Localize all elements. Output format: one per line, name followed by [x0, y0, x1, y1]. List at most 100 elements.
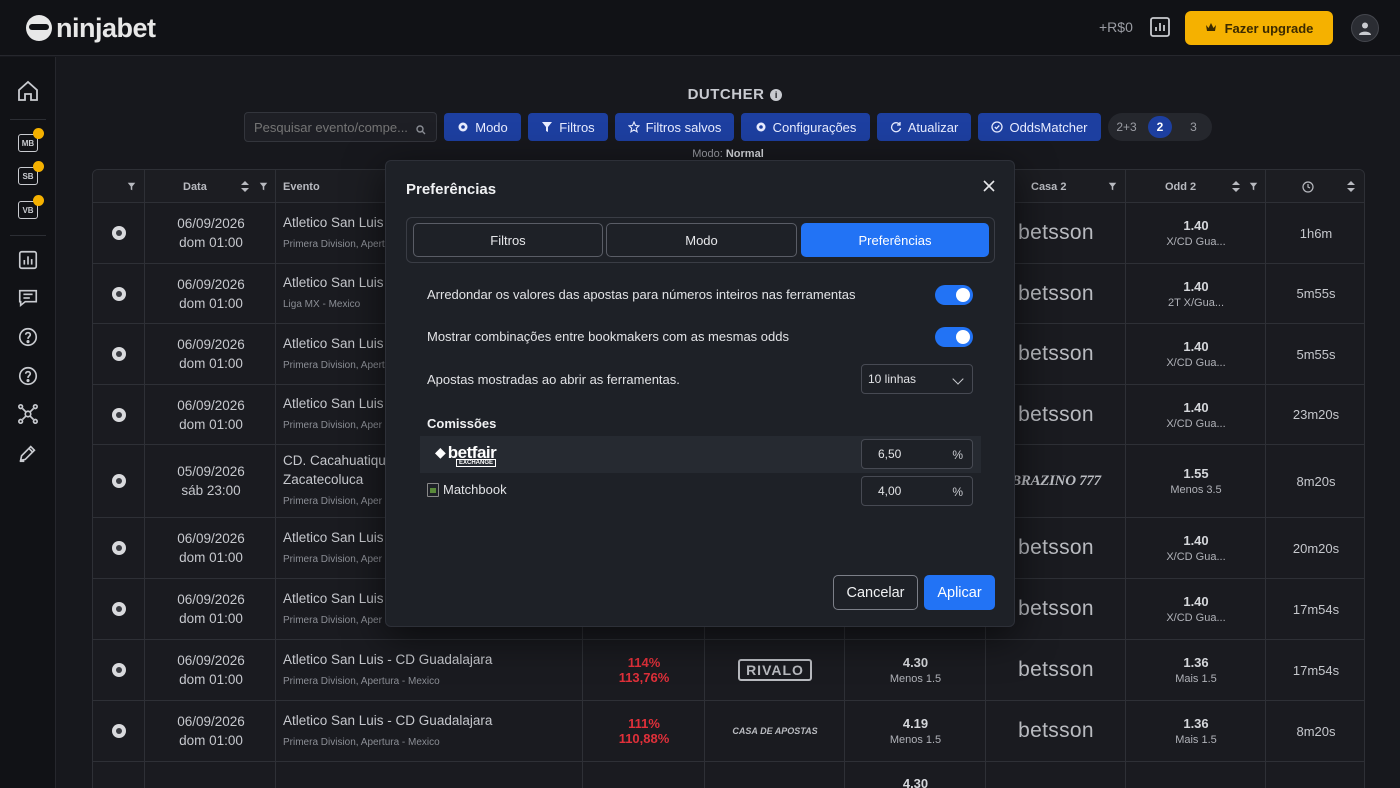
sport-icon	[107, 640, 131, 700]
home-icon[interactable]	[16, 79, 40, 103]
soccer-ball-icon	[112, 226, 126, 240]
soccer-ball-icon	[112, 602, 126, 616]
clock-icon	[1302, 170, 1314, 203]
bookmaker-2[interactable]: betsson	[986, 640, 1126, 700]
stats-icon[interactable]	[1148, 15, 1172, 39]
tab-modo[interactable]: Modo	[606, 223, 797, 257]
event-date: 06/09/2026 dom 01:00	[177, 592, 245, 626]
lines-select-value: 10 linhas	[868, 372, 917, 386]
atualizar-label: Atualizar	[907, 119, 959, 135]
odd-2: 1.55 Menos 3.5	[1170, 466, 1222, 496]
bookmaker-1[interactable]: RIVALO	[705, 640, 845, 700]
network-icon[interactable]	[16, 402, 40, 426]
logo-text: ninjabet	[56, 12, 156, 43]
atualizar-button[interactable]: Atualizar	[877, 113, 971, 141]
bookmaker-2-logo: betsson	[1018, 536, 1094, 559]
odd-2: 1.36 Mais 1.5	[1175, 716, 1217, 746]
seg-3[interactable]: 3	[1178, 116, 1209, 138]
top-header: ninjabet +R$0 Fazer upgrade	[0, 0, 1400, 56]
seg-2[interactable]: 2	[1148, 116, 1172, 138]
tab-filtros[interactable]: Filtros	[413, 223, 603, 257]
table-row[interactable]: 4.30	[93, 762, 1364, 788]
preferences-modal: Preferências Filtros Modo Preferências A…	[385, 160, 1015, 627]
balance-display[interactable]: +R$0	[1099, 19, 1133, 35]
betfair-commission-input[interactable]: 6,50 %	[861, 439, 973, 469]
odds-age: 17m54s	[1292, 662, 1340, 678]
cancel-button[interactable]: Cancelar	[833, 575, 918, 610]
odd-1: 4.30	[902, 776, 929, 788]
question-icon[interactable]	[16, 364, 40, 388]
odds-age: 20m20s	[1292, 540, 1340, 556]
odd-2: 1.40 X/CD Gua...	[1166, 339, 1226, 369]
bookmaker-1[interactable]: CASA DE APOSTAS	[705, 701, 845, 761]
event-date: 06/09/2026 dom 01:00	[177, 216, 245, 250]
soccer-ball-icon	[112, 474, 126, 488]
odds-age: 8m20s	[1296, 723, 1336, 739]
search-input[interactable]	[244, 112, 437, 142]
seg-2-3[interactable]: 2+3	[1111, 116, 1142, 138]
sidebar: MB SB VB	[0, 57, 56, 788]
sort-icon[interactable]	[1347, 170, 1355, 203]
commission-row-betfair: ◆ betfair EXCHANGE 6,50 %	[420, 436, 981, 473]
odd-2: 1.36 Mais 1.5	[1175, 655, 1217, 685]
premium-crown-icon	[33, 128, 44, 139]
sort-icon[interactable]	[1232, 170, 1240, 203]
event-date: 06/09/2026 dom 01:00	[177, 397, 245, 432]
col-header-casa2[interactable]: Casa 2	[1031, 170, 1066, 203]
question-icon[interactable]	[16, 325, 40, 349]
col-header-odd2[interactable]: Odd 2	[1165, 170, 1196, 203]
close-icon[interactable]	[981, 178, 997, 194]
crown-icon	[1205, 21, 1217, 36]
avatar[interactable]	[1351, 14, 1379, 42]
upgrade-button[interactable]: Fazer upgrade	[1185, 11, 1333, 45]
event-date: 06/09/2026 dom 01:00	[177, 714, 245, 748]
bar-chart-icon[interactable]	[16, 248, 40, 272]
commissions-title: Comissões	[427, 416, 497, 431]
round-values-toggle[interactable]	[935, 285, 973, 305]
filter-icon[interactable]	[1108, 170, 1117, 203]
sidebar-item-vb[interactable]: VB	[18, 195, 44, 219]
info-icon[interactable]: i	[770, 89, 783, 101]
col-header-evento[interactable]: Evento	[283, 170, 320, 203]
filter-icon	[541, 121, 553, 133]
apply-button[interactable]: Aplicar	[924, 575, 995, 610]
filtros-label: Filtros	[559, 119, 595, 135]
col-header-data[interactable]: Data	[183, 170, 207, 203]
commission-row-matchbook: Matchbook 4,00 %	[420, 473, 981, 510]
filter-icon[interactable]	[1249, 170, 1258, 203]
event-date: 06/09/2026 dom 01:00	[177, 653, 245, 687]
gear-icon	[457, 121, 469, 133]
odd-2: 1.40 X/CD Gua...	[1166, 399, 1226, 430]
configuracoes-button[interactable]: Configurações	[741, 113, 870, 141]
oddsmatcher-button[interactable]: OddsMatcher	[978, 113, 1101, 141]
table-row[interactable]: 06/09/2026 dom 01:00 Atletico San Luis - C…	[93, 701, 1364, 762]
sport-icon	[107, 203, 131, 263]
bookmaker-1-logo: RIVALO	[738, 659, 812, 681]
chat-icon[interactable]	[16, 286, 40, 310]
legs-segmented-control: 2+3 2 3	[1108, 113, 1212, 141]
show-combos-toggle[interactable]	[935, 327, 973, 347]
tab-preferencias[interactable]: Preferências	[801, 223, 989, 257]
bookmaker-2[interactable]: betsson	[986, 701, 1126, 761]
betfair-diamond-icon: ◆	[435, 444, 446, 460]
filter-icon[interactable]	[259, 170, 268, 203]
pen-icon[interactable]	[16, 441, 40, 465]
sidebar-item-sb[interactable]: SB	[18, 161, 44, 185]
logo[interactable]: ninjabet	[26, 12, 156, 44]
filter-icon[interactable]	[127, 170, 136, 203]
sport-icon	[107, 385, 131, 444]
bookmaker-2-logo: betsson	[1018, 597, 1094, 620]
matchbook-commission-input[interactable]: 4,00 %	[861, 476, 973, 506]
event-name[interactable]: Atletico San Luis - CD Guadalajara Primer…	[283, 701, 583, 761]
sort-icon[interactable]	[241, 170, 249, 203]
filtros-button[interactable]: Filtros	[528, 113, 608, 141]
table-row[interactable]: 06/09/2026 dom 01:00 Atletico San Luis - C…	[93, 640, 1364, 701]
lines-select[interactable]: 10 linhas	[861, 364, 973, 394]
modo-button[interactable]: Modo	[444, 113, 521, 141]
sidebar-item-mb[interactable]: MB	[18, 128, 44, 152]
odds-age: 23m20s	[1292, 407, 1340, 422]
filtros-salvos-button[interactable]: Filtros salvos	[615, 113, 734, 141]
configuracoes-label: Configurações	[772, 119, 857, 135]
event-name[interactable]: Atletico San Luis - CD Guadalajara Primer…	[283, 640, 583, 700]
sport-icon	[107, 518, 131, 578]
